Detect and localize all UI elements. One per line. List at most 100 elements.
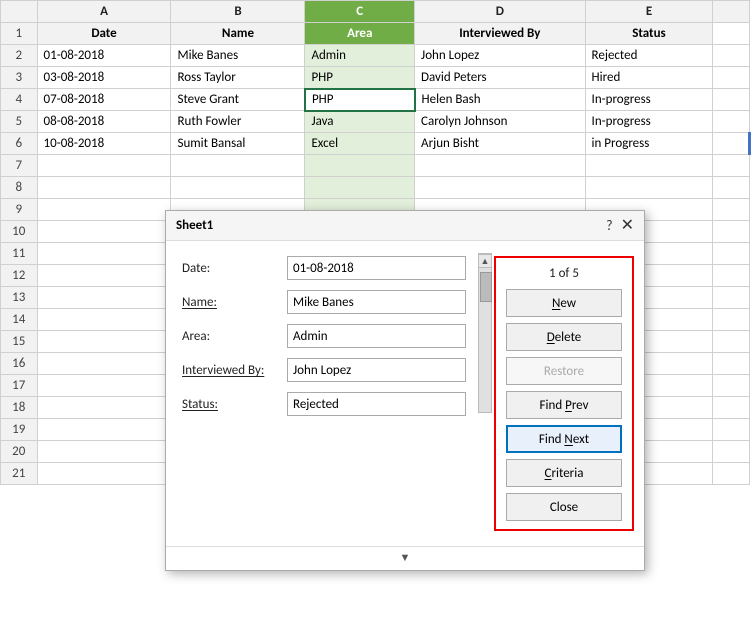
find-next-button[interactable]: Find Next — [506, 425, 622, 453]
cell-6-B[interactable]: Sumit Bansal — [171, 133, 305, 155]
cell-7-B[interactable] — [171, 155, 305, 177]
row-header-7[interactable]: 7 — [1, 155, 38, 177]
cell-9-A[interactable] — [37, 199, 171, 221]
cell-7-A[interactable] — [37, 155, 171, 177]
find-prev-button[interactable]: Find Prev — [506, 391, 622, 419]
cell-4-E[interactable]: In-progress — [585, 89, 713, 111]
row-header-16[interactable]: 16 — [1, 353, 38, 375]
cell-5-B[interactable]: Ruth Fowler — [171, 111, 305, 133]
criteria-button[interactable]: Criteria — [506, 459, 622, 487]
cell-3-C[interactable]: PHP — [305, 67, 415, 89]
cell-2-C[interactable]: Admin — [305, 45, 415, 67]
row-header-4[interactable]: 4 — [1, 89, 38, 111]
row-header-1[interactable]: 1 — [1, 23, 38, 45]
col-header-c[interactable]: C — [305, 1, 415, 23]
row-header-10[interactable]: 10 — [1, 221, 38, 243]
cell-2-D[interactable]: John Lopez — [415, 45, 586, 67]
row-header-21[interactable]: 21 — [1, 463, 38, 485]
cell-4-D[interactable]: Helen Bash — [415, 89, 586, 111]
cell-7-E[interactable] — [585, 155, 713, 177]
cell-19-A[interactable] — [37, 419, 171, 441]
date-input[interactable] — [287, 256, 466, 280]
interviewed-by-field-row: Interviewed By: — [182, 358, 466, 382]
close-button[interactable]: Close — [506, 493, 622, 521]
scroll-thumb[interactable] — [480, 272, 492, 302]
cell-8-C[interactable] — [305, 177, 415, 199]
cell-3-B[interactable]: Ross Taylor — [171, 67, 305, 89]
cell-1-B[interactable]: Name — [171, 23, 305, 45]
cell-16-A[interactable] — [37, 353, 171, 375]
row-header-14[interactable]: 14 — [1, 309, 38, 331]
scrollbar-track[interactable]: ▲ — [478, 253, 492, 413]
help-button[interactable]: ? — [606, 217, 613, 234]
cell-extra-19 — [713, 419, 750, 441]
cell-6-A[interactable]: 10-08-2018 — [37, 133, 171, 155]
new-button[interactable]: New — [506, 289, 622, 317]
cell-7-C[interactable] — [305, 155, 415, 177]
cell-1-C[interactable]: Area — [305, 23, 415, 45]
cell-5-D[interactable]: Carolyn Johnson — [415, 111, 586, 133]
row-header-8[interactable]: 8 — [1, 177, 38, 199]
cell-3-E[interactable]: Hired — [585, 67, 713, 89]
row-header-5[interactable]: 5 — [1, 111, 38, 133]
cell-7-D[interactable] — [415, 155, 586, 177]
col-header-b[interactable]: B — [171, 1, 305, 23]
cell-14-A[interactable] — [37, 309, 171, 331]
cell-4-C[interactable]: PHP — [305, 89, 415, 111]
cell-13-A[interactable] — [37, 287, 171, 309]
cell-8-E[interactable] — [585, 177, 713, 199]
cell-17-A[interactable] — [37, 375, 171, 397]
cell-20-A[interactable] — [37, 441, 171, 463]
cell-18-A[interactable] — [37, 397, 171, 419]
cell-2-A[interactable]: 01-08-2018 — [37, 45, 171, 67]
close-icon[interactable]: ✕ — [621, 218, 634, 234]
cell-8-B[interactable] — [171, 177, 305, 199]
row-header-3[interactable]: 3 — [1, 67, 38, 89]
row-header-13[interactable]: 13 — [1, 287, 38, 309]
area-input[interactable] — [287, 324, 466, 348]
cell-1-E[interactable]: Status — [585, 23, 713, 45]
interviewed-by-input[interactable] — [287, 358, 466, 382]
name-input[interactable] — [287, 290, 466, 314]
cell-8-A[interactable] — [37, 177, 171, 199]
cell-1-A[interactable]: Date — [37, 23, 171, 45]
scroll-down-arrow[interactable]: ▼ — [400, 551, 411, 564]
cell-6-E[interactable]: in Progress — [585, 133, 713, 155]
cell-6-D[interactable]: Arjun Bisht — [415, 133, 586, 155]
cell-5-C[interactable]: Java — [305, 111, 415, 133]
cell-10-A[interactable] — [37, 221, 171, 243]
cell-11-A[interactable] — [37, 243, 171, 265]
cell-4-A[interactable]: 07-08-2018 — [37, 89, 171, 111]
cell-3-A[interactable]: 03-08-2018 — [37, 67, 171, 89]
row-header-11[interactable]: 11 — [1, 243, 38, 265]
row-header-9[interactable]: 9 — [1, 199, 38, 221]
cell-4-B[interactable]: Steve Grant — [171, 89, 305, 111]
restore-button[interactable]: Restore — [506, 357, 622, 385]
cell-15-A[interactable] — [37, 331, 171, 353]
cell-5-A[interactable]: 08-08-2018 — [37, 111, 171, 133]
cell-2-B[interactable]: Mike Banes — [171, 45, 305, 67]
row-header-17[interactable]: 17 — [1, 375, 38, 397]
cell-3-D[interactable]: David Peters — [415, 67, 586, 89]
dialog-scrollbar[interactable]: ▲ — [476, 251, 494, 536]
cell-5-E[interactable]: In-progress — [585, 111, 713, 133]
col-header-e[interactable]: E — [585, 1, 713, 23]
row-header-12[interactable]: 12 — [1, 265, 38, 287]
row-header-20[interactable]: 20 — [1, 441, 38, 463]
cell-21-A[interactable] — [37, 463, 171, 485]
cell-2-E[interactable]: Rejected — [585, 45, 713, 67]
row-header-19[interactable]: 19 — [1, 419, 38, 441]
col-header-d[interactable]: D — [415, 1, 586, 23]
col-header-a[interactable]: A — [37, 1, 171, 23]
delete-button[interactable]: Delete — [506, 323, 622, 351]
row-header-6[interactable]: 6 — [1, 133, 38, 155]
row-header-18[interactable]: 18 — [1, 397, 38, 419]
scroll-up-arrow[interactable]: ▲ — [478, 254, 492, 268]
cell-6-C[interactable]: Excel — [305, 133, 415, 155]
cell-12-A[interactable] — [37, 265, 171, 287]
cell-8-D[interactable] — [415, 177, 586, 199]
row-header-15[interactable]: 15 — [1, 331, 38, 353]
cell-1-D[interactable]: Interviewed By — [415, 23, 586, 45]
status-input[interactable] — [287, 392, 466, 416]
row-header-2[interactable]: 2 — [1, 45, 38, 67]
